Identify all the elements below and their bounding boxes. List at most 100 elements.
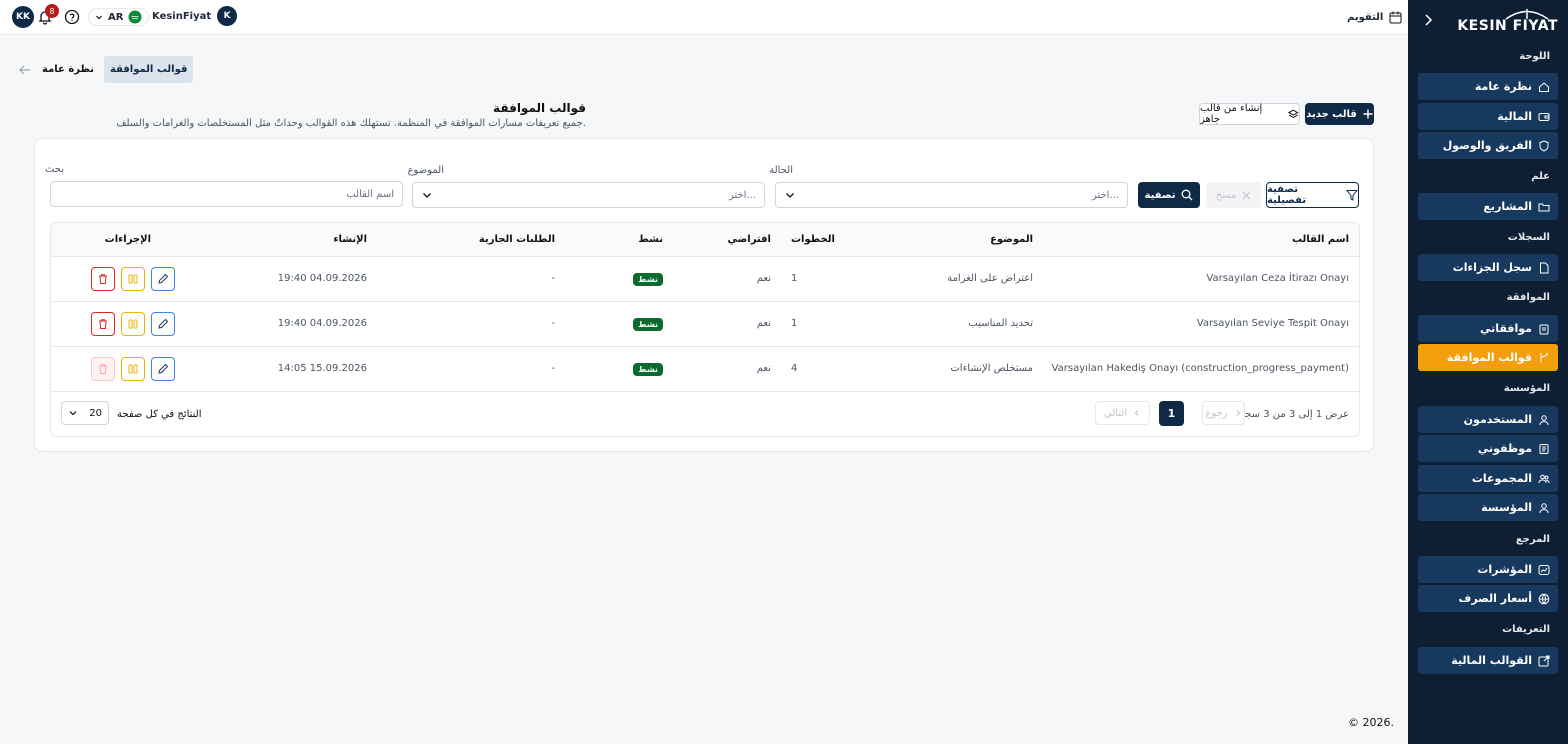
pencil-icon: [158, 273, 169, 284]
sidebar-item-label: المؤشرات: [1477, 563, 1532, 576]
chevron-right-icon: [1236, 410, 1240, 416]
breadcrumb-current: قوالب الموافقة: [103, 56, 194, 83]
git-branch-icon: [1540, 352, 1548, 363]
toggle-button[interactable]: [121, 357, 145, 381]
sidebar-item-financial-templates[interactable]: القوالب المالية: [1418, 647, 1558, 674]
sidebar-item-penalties[interactable]: سجل الجزاءات: [1418, 254, 1558, 281]
prev-page-button[interactable]: رجوع: [1202, 401, 1245, 425]
toggle-button[interactable]: [121, 312, 145, 336]
edit-button[interactable]: [151, 267, 175, 291]
collapse-sidebar-button[interactable]: [1420, 12, 1436, 28]
apply-filter-button[interactable]: تصفية: [1138, 182, 1200, 208]
sidebar-item-groups[interactable]: المجموعات: [1418, 465, 1558, 492]
table-row[interactable]: Varsayılan Seviye Tespit Onayı تحديد الم…: [51, 302, 1359, 347]
create-from-ready-template-button[interactable]: إنشاء من قالب جاهز: [1199, 103, 1300, 125]
edit-button[interactable]: [151, 312, 175, 336]
sidebar-item-finance[interactable]: المالية: [1418, 103, 1558, 130]
clear-filter-label: مسح: [1215, 189, 1237, 201]
clear-filter-button[interactable]: مسح: [1206, 182, 1261, 208]
edit-button[interactable]: [151, 357, 175, 381]
cell-pending: -: [551, 318, 555, 329]
sidebar-item-projects[interactable]: المشاريع: [1418, 193, 1558, 220]
sidebar-item-label: الفريق والوصول: [1442, 139, 1532, 152]
col-actions: الإجراءات: [104, 234, 151, 245]
language-code: AR: [108, 11, 124, 23]
delete-button[interactable]: [91, 267, 115, 291]
advanced-filter-label: تصفية تفصيلية: [1267, 184, 1307, 206]
brand-logo[interactable]: KESIN FIYAT: [1457, 8, 1558, 34]
delete-button[interactable]: [91, 312, 115, 336]
chevron-down-icon: [69, 411, 77, 416]
section-organization: المؤسسة: [1503, 383, 1550, 394]
status-badge: نشط: [633, 318, 663, 331]
col-created: الإنشاء: [333, 234, 367, 245]
folder-icon: [1538, 203, 1550, 211]
col-steps: الخطوات: [791, 234, 835, 245]
prev-page-label: رجوع: [1205, 407, 1228, 419]
next-page-button[interactable]: التالي: [1095, 401, 1150, 425]
calendar-icon: [1389, 11, 1402, 23]
page-header: قوالب الموافقة جميع تعريفات مسارات الموا…: [116, 101, 586, 129]
sidebar: KESIN FIYAT اللوحة نظرة عامة المالية الف…: [1408, 0, 1568, 744]
search-input[interactable]: اسم القالب: [50, 181, 403, 207]
status-badge: نشط: [633, 273, 663, 286]
layers-icon: [1288, 109, 1299, 118]
cell-name: Varsayılan Ceza İtirazı Onayı: [1206, 273, 1349, 284]
cell-created: 14:05 15.09.2026: [277, 363, 367, 374]
calendar-button[interactable]: التقويم: [1337, 5, 1412, 29]
per-page-value: 20: [89, 407, 102, 419]
status-select-placeholder: اختر...: [1091, 189, 1119, 201]
subject-select[interactable]: اختر...: [412, 182, 765, 208]
table-row[interactable]: Varsayılan Hakediş Onayı (construction_p…: [51, 347, 1359, 392]
pencil-icon: [158, 318, 169, 329]
advanced-filter-button[interactable]: تصفية تفصيلية: [1266, 182, 1359, 208]
columns-icon: [128, 364, 138, 374]
table-row[interactable]: Varsayılan Ceza İtirazı Onayı اعتراض على…: [51, 257, 1359, 302]
page-subtitle: جميع تعريفات مسارات الموافقة في المنظمة.…: [116, 118, 586, 129]
language-selector[interactable]: AR: [88, 8, 150, 26]
building-user-icon: [1539, 502, 1549, 513]
cell-created: 19:40 04.09.2026: [277, 318, 367, 329]
cell-name: Varsayılan Hakediş Onayı (construction_p…: [1051, 363, 1349, 374]
sidebar-item-employees[interactable]: موظفوني: [1418, 435, 1558, 462]
sidebar-item-users[interactable]: المستخدمون: [1418, 406, 1558, 433]
sidebar-item-label: القوالب المالية: [1451, 654, 1532, 667]
new-template-button[interactable]: قالب جديد: [1305, 103, 1374, 125]
page-1-button[interactable]: 1: [1159, 401, 1184, 426]
section-dashboard: اللوحة: [1519, 51, 1550, 62]
sidebar-item-team[interactable]: الفريق والوصول: [1418, 132, 1558, 159]
status-select[interactable]: اختر...: [775, 182, 1128, 208]
chevron-down-icon: [96, 15, 102, 20]
logo-text: KESIN FIYAT: [1457, 18, 1558, 34]
user-menu-avatar[interactable]: KK: [12, 6, 34, 28]
filter-icon: [1346, 190, 1358, 201]
external-link-icon: [1538, 655, 1550, 666]
search-input-placeholder: اسم القالب: [346, 188, 394, 200]
clipboard-icon: [1539, 324, 1549, 334]
help-button[interactable]: [64, 9, 80, 25]
sidebar-item-overview[interactable]: نظرة عامة: [1418, 73, 1558, 100]
create-from-ready-label: إنشاء من قالب جاهز: [1200, 103, 1263, 125]
cell-default: نعم: [756, 273, 771, 284]
cell-pending: -: [551, 363, 555, 374]
sidebar-item-label: موظفوني: [1477, 442, 1532, 455]
sidebar-item-label: نظرة عامة: [1474, 80, 1532, 93]
subject-select-placeholder: اختر...: [728, 189, 756, 201]
users-icon: [1538, 474, 1550, 483]
account-switcher[interactable]: KesinFiyat K: [152, 6, 238, 26]
sidebar-item-label: موافقاتي: [1480, 322, 1532, 335]
breadcrumb-overview[interactable]: نظرة عامة: [38, 64, 98, 75]
pencil-icon: [158, 363, 169, 374]
sidebar-item-organization[interactable]: المؤسسة: [1418, 494, 1558, 521]
sidebar-item-indicators[interactable]: المؤشرات: [1418, 556, 1558, 583]
sidebar-item-approval-templates[interactable]: قوالب الموافقة: [1418, 344, 1558, 371]
section-definitions: التعريفات: [1502, 624, 1550, 635]
sidebar-item-label: المؤسسة: [1481, 501, 1532, 514]
sidebar-item-exchange-rates[interactable]: أسعار الصرف: [1418, 585, 1558, 612]
per-page-select[interactable]: 20: [61, 401, 109, 425]
sidebar-item-my-approvals[interactable]: موافقاتي: [1418, 315, 1558, 342]
sidebar-item-label: المالية: [1497, 110, 1532, 123]
home-icon: [1539, 81, 1549, 92]
toggle-button[interactable]: [121, 267, 145, 291]
templates-table: اسم القالب الموضوع الخطوات افتراضي نشط ا…: [50, 222, 1360, 437]
